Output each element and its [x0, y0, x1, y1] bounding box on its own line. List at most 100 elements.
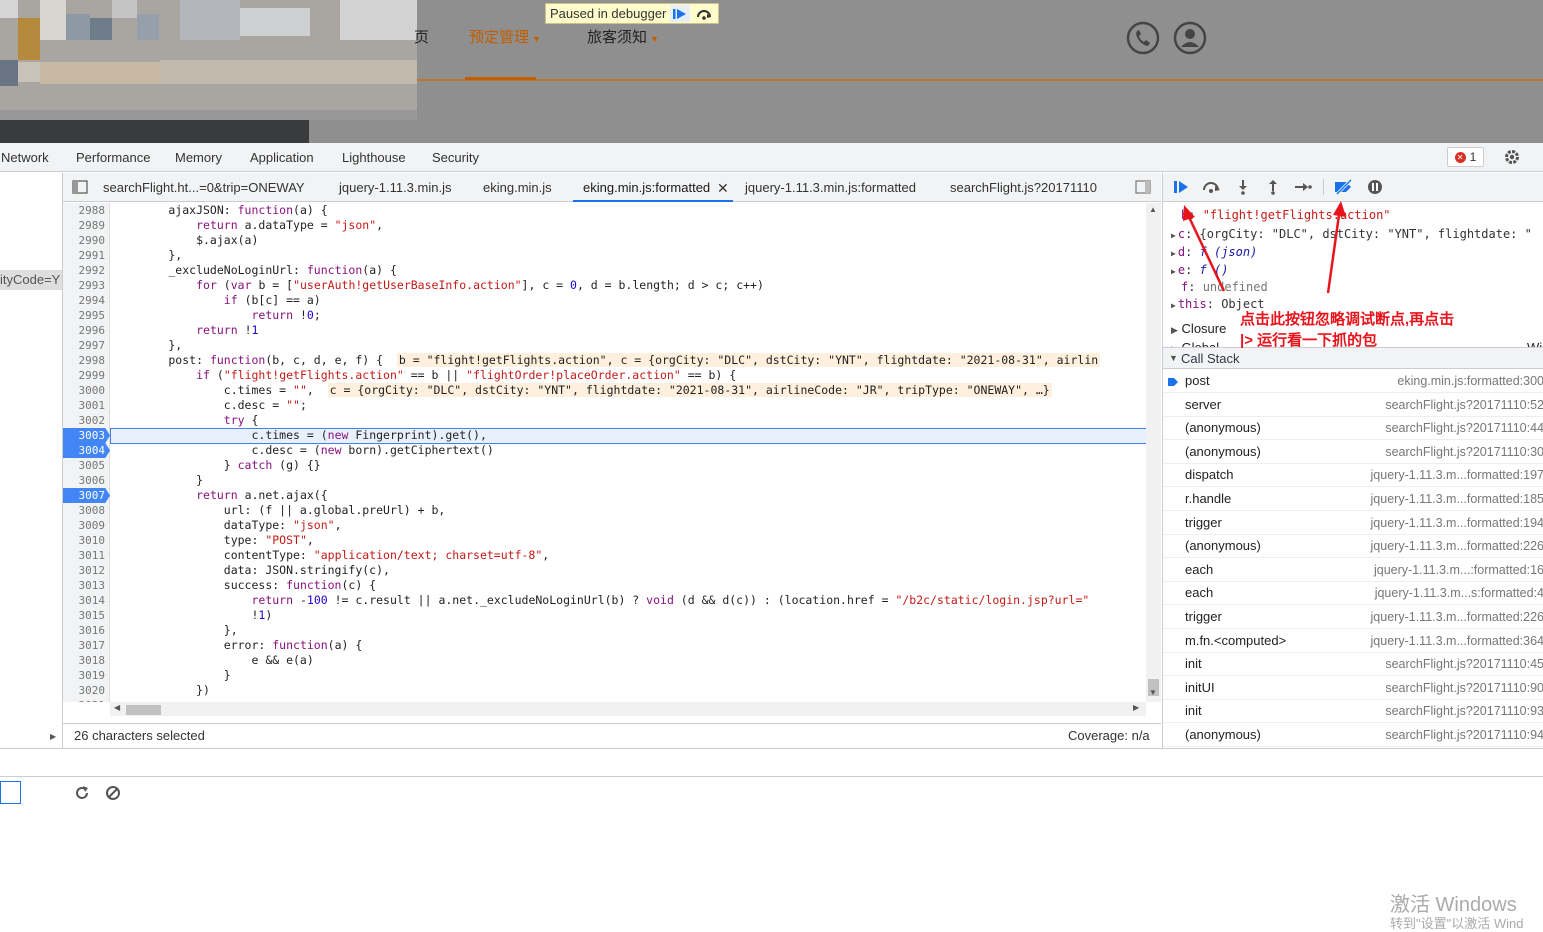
- line-number[interactable]: 2999: [63, 368, 110, 383]
- frame-location-link[interactable]: jquery-1.11.3.m...formatted:197: [1371, 468, 1543, 482]
- frame-location-link[interactable]: searchFlight.js?20171110:90: [1385, 681, 1543, 695]
- line-number[interactable]: 2990: [63, 233, 110, 248]
- line-number[interactable]: 2992: [63, 263, 110, 278]
- deactivate-breakpoints-button[interactable]: [1333, 178, 1355, 196]
- call-stack-frame[interactable]: dispatch jquery-1.11.3.m...formatted:197: [1163, 463, 1543, 488]
- breakpoint-marker[interactable]: 3007: [63, 488, 110, 503]
- call-stack-frame[interactable]: m.fn.<computed> jquery-1.11.3.m...formatt…: [1163, 629, 1543, 653]
- line-number[interactable]: 3005: [63, 458, 110, 473]
- tab-network[interactable]: Network: [1, 150, 49, 165]
- file-tab-active[interactable]: eking.min.js:formatted: [583, 180, 710, 195]
- line-number[interactable]: 3002: [63, 413, 110, 428]
- frame-location-link[interactable]: jquery-1.11.3.m...s:formatted:4: [1375, 586, 1543, 600]
- close-tab-icon[interactable]: ✕: [717, 180, 729, 197]
- call-stack-frame[interactable]: server searchFlight.js?20171110:52: [1163, 393, 1543, 417]
- step-out-button[interactable]: [1263, 178, 1283, 196]
- line-number[interactable]: 3012: [63, 563, 110, 578]
- breakpoint-marker[interactable]: 3004: [63, 443, 110, 458]
- call-stack-frame[interactable]: (anonymous) searchFlight.js?20171110:30: [1163, 440, 1543, 464]
- editor-horizontal-scroll-thumb[interactable]: [126, 705, 161, 715]
- toggle-navigator-icon[interactable]: [72, 180, 88, 194]
- resume-icon[interactable]: [670, 5, 691, 22]
- scope-variable-row[interactable]: ▶ d: f (json): [1171, 245, 1257, 259]
- frame-location-link[interactable]: jquery-1.11.3.m...:formatted:16: [1374, 563, 1543, 577]
- frame-location-link[interactable]: jquery-1.11.3.m...formatted:364: [1371, 634, 1543, 648]
- coverage-status[interactable]: Coverage: n/a: [1068, 728, 1150, 743]
- toggle-debugger-icon[interactable]: [1135, 180, 1151, 194]
- console-filter-input[interactable]: [0, 781, 21, 804]
- line-number[interactable]: 2996: [63, 323, 110, 338]
- frame-location-link[interactable]: searchFlight.js?20171110:45: [1385, 657, 1543, 671]
- line-number[interactable]: 2994: [63, 293, 110, 308]
- frame-location-link[interactable]: jquery-1.11.3.m...formatted:185: [1371, 492, 1543, 506]
- file-tab[interactable]: searchFlight.js?20171110: [950, 180, 1097, 195]
- scope-variable-row[interactable]: b: "flight!getFlights.action": [1181, 208, 1391, 222]
- line-number[interactable]: 3021: [63, 698, 110, 702]
- call-stack-frame[interactable]: each jquery-1.11.3.m...s:formatted:4: [1163, 581, 1543, 606]
- gear-icon[interactable]: [1503, 148, 1521, 166]
- scroll-down-arrow[interactable]: ▼: [1149, 688, 1157, 697]
- step-button[interactable]: [1293, 178, 1313, 196]
- file-tab[interactable]: jquery-1.11.3.min.js: [339, 180, 451, 195]
- line-number[interactable]: 2993: [63, 278, 110, 293]
- scope-variable-row[interactable]: ▶ c: {orgCity: "DLC", dstCity: "YNT", fli…: [1171, 227, 1532, 241]
- call-stack-frame[interactable]: init searchFlight.js?20171110:45: [1163, 652, 1543, 677]
- line-number[interactable]: 2989: [63, 218, 110, 233]
- line-number[interactable]: 3017: [63, 638, 110, 653]
- nav-item-booking[interactable]: 预定管理 ▼: [469, 26, 541, 47]
- refresh-icon[interactable]: [74, 785, 90, 801]
- step-over-icon[interactable]: [694, 5, 714, 22]
- phone-icon[interactable]: [1126, 21, 1160, 55]
- frame-location-link[interactable]: jquery-1.11.3.m...formatted:226: [1371, 539, 1543, 553]
- call-stack-frame[interactable]: initUI searchFlight.js?20171110:90: [1163, 676, 1543, 700]
- frame-location-link[interactable]: searchFlight.js?20171110:30: [1385, 445, 1543, 459]
- tab-performance[interactable]: Performance: [76, 150, 150, 165]
- resume-button[interactable]: [1171, 178, 1191, 196]
- navigator-selected-item[interactable]: ityCode=Y: [0, 270, 62, 290]
- line-number[interactable]: 3014: [63, 593, 110, 608]
- frame-location-link[interactable]: eking.min.js:formatted:300: [1397, 374, 1543, 388]
- line-number[interactable]: 3011: [63, 548, 110, 563]
- frame-location-link[interactable]: jquery-1.11.3.m...formatted:194: [1371, 516, 1543, 530]
- breakpoint-marker[interactable]: 3003: [63, 428, 110, 443]
- scroll-left-arrow[interactable]: ◀: [114, 703, 120, 712]
- frame-location-link[interactable]: searchFlight.js?20171110:44: [1385, 421, 1543, 435]
- frame-location-link[interactable]: searchFlight.js?20171110:52: [1385, 398, 1543, 412]
- code-editor[interactable]: 2988 2989 2990 2991 2992 2993 2994 2995 2996 2997…: [63, 203, 1161, 702]
- file-tab[interactable]: eking.min.js: [483, 180, 552, 195]
- line-number[interactable]: 3016: [63, 623, 110, 638]
- line-number[interactable]: 3020: [63, 683, 110, 698]
- tab-memory[interactable]: Memory: [175, 150, 222, 165]
- editor-horizontal-scrollbar[interactable]: [110, 702, 1146, 716]
- line-number[interactable]: 3009: [63, 518, 110, 533]
- call-stack-frame[interactable]: r.handle jquery-1.11.3.m...formatted:185: [1163, 487, 1543, 511]
- clear-console-icon[interactable]: [105, 785, 121, 801]
- call-stack-frame[interactable]: (anonymous) searchFlight.js?20171110:44: [1163, 416, 1543, 441]
- pause-on-exceptions-button[interactable]: [1365, 178, 1385, 196]
- line-number[interactable]: 2995: [63, 308, 110, 323]
- line-number[interactable]: 3001: [63, 398, 110, 413]
- editor-vertical-scrollbar[interactable]: [1146, 203, 1161, 702]
- line-number[interactable]: 3013: [63, 578, 110, 593]
- file-tab[interactable]: searchFlight.ht...=0&trip=ONEWAY: [103, 180, 305, 195]
- line-number[interactable]: 3006: [63, 473, 110, 488]
- call-stack-frame[interactable]: (anonymous) searchFlight.js?20171110:94: [1163, 723, 1543, 747]
- scope-variable-row[interactable]: ▶ e: f (): [1171, 263, 1228, 277]
- line-number[interactable]: 3010: [63, 533, 110, 548]
- line-number[interactable]: 3019: [63, 668, 110, 683]
- call-stack-frame[interactable]: post eking.min.js:formatted:300: [1163, 369, 1543, 393]
- call-stack-frame[interactable]: each jquery-1.11.3.m...:formatted:16: [1163, 558, 1543, 582]
- step-over-button[interactable]: [1201, 178, 1221, 196]
- tab-security[interactable]: Security: [432, 150, 479, 165]
- line-number[interactable]: 2988: [63, 203, 110, 218]
- scroll-right-arrow[interactable]: ▶: [1133, 703, 1139, 712]
- scroll-up-arrow[interactable]: ▲: [1149, 205, 1157, 214]
- call-stack-frame[interactable]: init searchFlight.js?20171110:93: [1163, 699, 1543, 724]
- call-stack-frame[interactable]: trigger jquery-1.11.3.m...formatted:194: [1163, 511, 1543, 535]
- step-into-button[interactable]: [1233, 178, 1253, 196]
- line-number[interactable]: 2998: [63, 353, 110, 368]
- call-stack-frame[interactable]: (anonymous) jquery-1.11.3.m...formatted:2…: [1163, 534, 1543, 559]
- error-count-badge[interactable]: ✕ 1: [1447, 147, 1484, 167]
- line-number[interactable]: 2997: [63, 338, 110, 353]
- expand-sidebar-icon[interactable]: ▶: [50, 732, 56, 741]
